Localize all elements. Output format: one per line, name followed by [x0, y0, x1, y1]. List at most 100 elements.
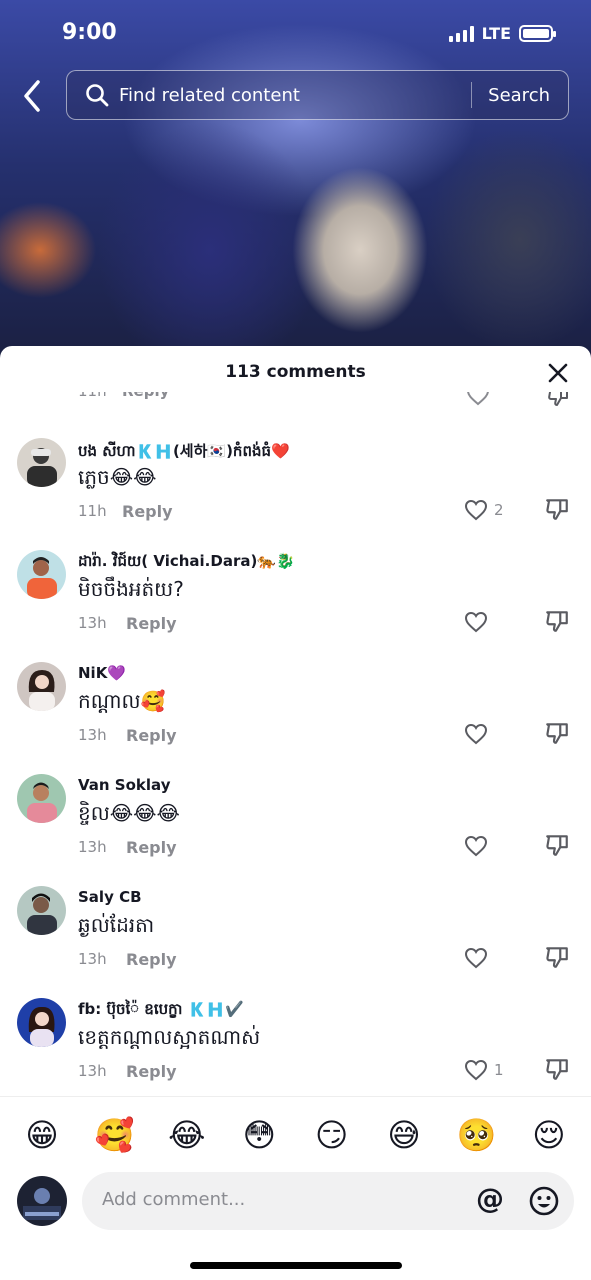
emoji-smiling-hearts[interactable]: 🥰 — [94, 1119, 135, 1151]
like-button[interactable]: 1 — [464, 1056, 504, 1084]
back-button[interactable] — [18, 78, 48, 114]
dislike-icon — [546, 947, 568, 968]
dislike-button[interactable] — [544, 720, 572, 748]
comment-text: ភ្លេច😂😂 — [78, 465, 157, 489]
comment-text: ឆ្ងល់ដែរតា — [78, 913, 155, 937]
dislike-icon — [546, 835, 568, 856]
search-input[interactable]: Find related content — [119, 85, 471, 106]
dislike-icon[interactable] — [546, 392, 570, 408]
dislike-button[interactable] — [544, 1056, 572, 1084]
comment-time: 13h — [78, 950, 107, 968]
comment-item: Saly CB ឆ្ងល់ដែរតា 13h Reply — [0, 886, 591, 998]
emoji-flushed[interactable]: 😳 — [239, 1119, 279, 1151]
at-icon[interactable]: @ — [476, 1185, 504, 1213]
comment-username[interactable]: NiK💜 — [78, 664, 126, 682]
comment-username[interactable]: fb: ប៊ុច◌៉ៃ ឧបេក្ខា 🇰🇭✔️ — [78, 1000, 244, 1022]
home-indicator[interactable] — [190, 1262, 402, 1269]
dislike-icon — [546, 499, 568, 520]
dislike-button[interactable] — [544, 832, 572, 860]
heart-icon — [464, 1059, 488, 1081]
like-button[interactable]: 2 — [464, 496, 504, 524]
like-count: 2 — [494, 501, 504, 519]
comment-time: 13h — [78, 838, 107, 856]
avatar[interactable] — [17, 662, 66, 711]
chevron-left-icon — [24, 80, 40, 112]
comment-item: បង សីហា🇰🇭(세하🇰🇷)កំពង់ធំ❤️ ភ្លេច😂😂 11h Rep… — [0, 438, 591, 550]
comment-text: មិចចឹងអត់យ? — [78, 577, 184, 601]
dislike-icon — [546, 1059, 568, 1080]
emoji-tears-of-joy[interactable]: 😂 — [167, 1119, 207, 1151]
comment-username[interactable]: បង សីហា🇰🇭(세하🇰🇷)កំពង់ធំ❤️ — [78, 440, 290, 464]
avatar[interactable] — [17, 550, 66, 599]
partial-comment-row: 11h Reply — [0, 392, 591, 408]
emoji-pleading[interactable]: 🥺 — [457, 1119, 497, 1151]
comment-text: ខ្ចិល😂😂😂 — [78, 801, 180, 825]
avatar[interactable] — [17, 774, 66, 823]
emoji-grinning[interactable]: 😁 — [22, 1119, 62, 1151]
reply-button[interactable]: Reply — [126, 950, 177, 969]
comment-username[interactable]: Van Soklay — [78, 776, 170, 794]
status-time: 9:00 — [62, 20, 117, 45]
reply-button[interactable]: Reply — [126, 726, 177, 745]
heart-icon — [464, 611, 488, 633]
reply-button[interactable]: Reply — [126, 1062, 177, 1081]
comment-time: 13h — [78, 1062, 107, 1080]
video-background[interactable]: 9:00 LTE Find related content Search — [0, 0, 591, 370]
dislike-icon — [546, 723, 568, 744]
heart-icon[interactable] — [466, 392, 490, 406]
comment-item: fb: ប៊ុច◌៉ៃ ឧបេក្ខា 🇰🇭✔️ ខេត្តកណ្ដាលស្អា… — [0, 998, 591, 1110]
comment-item: Van Soklay ខ្ចិល😂😂😂 13h Reply — [0, 774, 591, 886]
smile-icon[interactable] — [528, 1185, 560, 1217]
comment-time: 13h — [78, 614, 107, 632]
search-button[interactable]: Search — [472, 85, 568, 106]
add-comment-placeholder: Add comment... — [102, 1189, 246, 1210]
close-button[interactable] — [547, 362, 569, 384]
reply-button[interactable]: Reply — [122, 502, 173, 521]
emoji-relieved[interactable]: 😌 — [529, 1119, 569, 1151]
comment-username[interactable]: ដារ៉ា. វិជ៍យ( Vichai.Dara)🐅🐉 — [78, 552, 295, 574]
dislike-button[interactable] — [544, 608, 572, 636]
search-icon — [86, 84, 109, 107]
comment-time: 11h — [78, 392, 107, 400]
comment-text: កណ្តាល🥰 — [78, 689, 166, 713]
emoji-quick-bar: 😁 🥰 😂 😳 😏 😅 🥺 😌 — [0, 1096, 591, 1172]
close-icon — [548, 363, 568, 383]
comment-input-row: Add comment... @ — [0, 1172, 591, 1234]
dislike-icon — [546, 611, 568, 632]
comment-time: 11h — [78, 502, 107, 520]
dislike-button[interactable] — [544, 496, 572, 524]
avatar[interactable] — [17, 886, 66, 935]
comment-username[interactable]: Saly CB — [78, 888, 142, 906]
reply-button[interactable]: Reply — [126, 838, 177, 857]
reply-button[interactable]: Reply — [122, 392, 169, 400]
like-count: 1 — [494, 1061, 504, 1079]
search-bar[interactable]: Find related content Search — [66, 70, 569, 120]
add-comment-input[interactable]: Add comment... @ — [82, 1172, 574, 1230]
reply-button[interactable]: Reply — [126, 614, 177, 633]
comment-item: ដារ៉ា. វិជ៍យ( Vichai.Dara)🐅🐉 មិចចឹងអត់យ?… — [0, 550, 591, 662]
heart-icon — [464, 947, 488, 969]
like-button[interactable] — [464, 720, 494, 748]
heart-icon — [464, 723, 488, 745]
comments-count-title: 113 comments — [225, 362, 366, 382]
status-bar: 9:00 LTE — [0, 18, 591, 50]
emoji-smirk[interactable]: 😏 — [312, 1119, 352, 1151]
comment-time: 13h — [78, 726, 107, 744]
emoji-sweat-smile[interactable]: 😅 — [384, 1119, 424, 1151]
heart-icon — [464, 835, 488, 857]
current-user-avatar[interactable] — [17, 1176, 67, 1226]
like-button[interactable] — [464, 832, 494, 860]
battery-icon — [519, 25, 556, 42]
comments-header: 113 comments — [0, 346, 591, 398]
like-button[interactable] — [464, 608, 494, 636]
heart-icon — [464, 499, 488, 521]
like-button[interactable] — [464, 944, 494, 972]
avatar[interactable] — [17, 998, 66, 1047]
comment-text: ខេត្តកណ្ដាលស្អាតណាស់ — [78, 1025, 261, 1049]
network-label: LTE — [481, 24, 511, 43]
dislike-button[interactable] — [544, 944, 572, 972]
status-indicators: LTE — [448, 24, 556, 43]
comment-item: NiK💜 កណ្តាល🥰 13h Reply — [0, 662, 591, 774]
avatar[interactable] — [17, 438, 66, 487]
signal-icon — [448, 25, 474, 42]
